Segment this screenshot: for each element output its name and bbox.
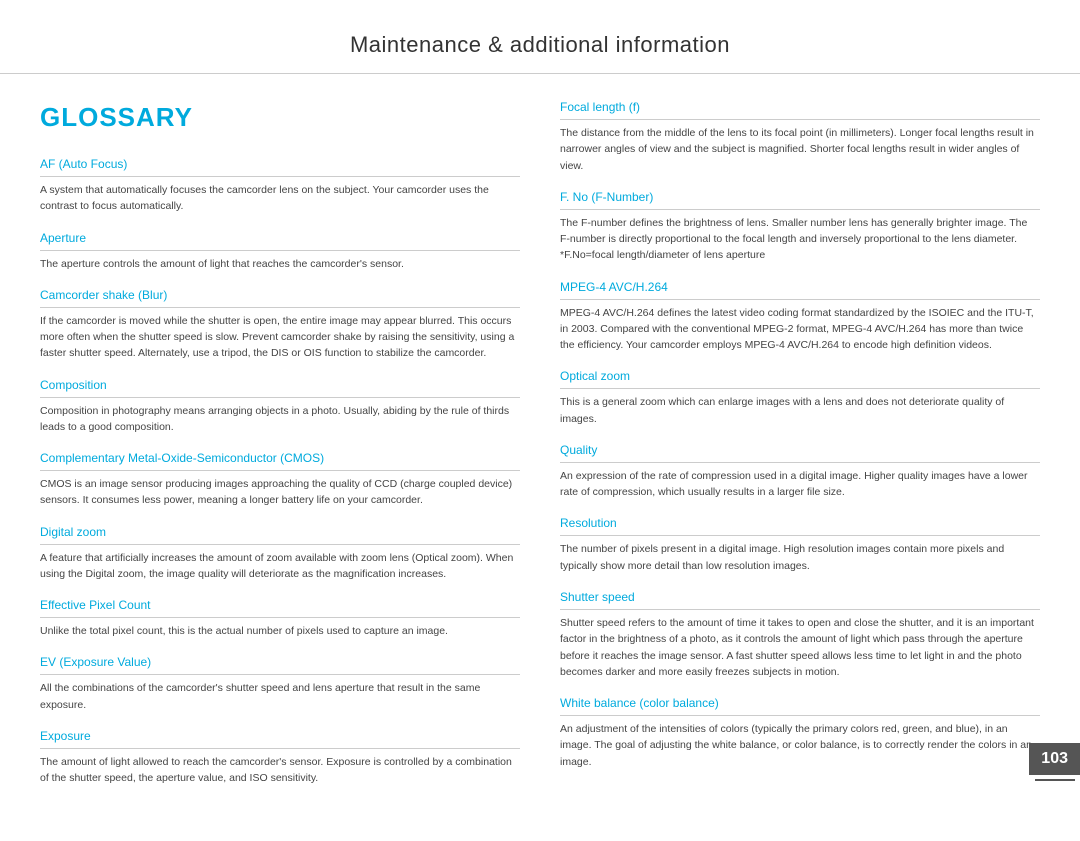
term-body: The number of pixels present in a digita… — [560, 541, 1040, 574]
term-body: Composition in photography means arrangi… — [40, 403, 520, 436]
term-heading: Composition — [40, 376, 520, 398]
term-body: Shutter speed refers to the amount of ti… — [560, 615, 1040, 680]
page: Maintenance & additional information GLO… — [0, 0, 1080, 841]
term-heading: MPEG-4 AVC/H.264 — [560, 278, 1040, 300]
left-term-0: AF (Auto Focus) A system that automatical… — [40, 155, 520, 215]
term-heading: Aperture — [40, 229, 520, 251]
term-body: The F-number defines the brightness of l… — [560, 215, 1040, 264]
term-body: The aperture controls the amount of ligh… — [40, 256, 520, 272]
page-number-line — [1035, 779, 1075, 781]
left-term-6: Effective Pixel Count Unlike the total pi… — [40, 596, 520, 639]
left-column: GLOSSARY AF (Auto Focus) A system that au… — [40, 98, 520, 801]
page-title: Maintenance & additional information — [60, 28, 1020, 61]
term-heading: Effective Pixel Count — [40, 596, 520, 618]
term-body: A system that automatically focuses the … — [40, 182, 520, 215]
term-body: The distance from the middle of the lens… — [560, 125, 1040, 174]
term-body: An expression of the rate of compression… — [560, 468, 1040, 501]
page-number: 103 — [1029, 743, 1080, 775]
left-term-5: Digital zoom A feature that artificially … — [40, 523, 520, 583]
term-heading: Quality — [560, 441, 1040, 463]
right-term-7: White balance (color balance) An adjustme… — [560, 694, 1040, 770]
right-column: Focal length (f) The distance from the mi… — [560, 98, 1040, 801]
page-number-area: 103 — [1029, 743, 1080, 781]
term-heading: AF (Auto Focus) — [40, 155, 520, 177]
term-heading: White balance (color balance) — [560, 694, 1040, 716]
term-heading: Complementary Metal-Oxide-Semiconductor … — [40, 449, 520, 471]
term-heading: Shutter speed — [560, 588, 1040, 610]
right-term-5: Resolution The number of pixels present i… — [560, 514, 1040, 574]
term-heading: Focal length (f) — [560, 98, 1040, 120]
term-body: A feature that artificially increases th… — [40, 550, 520, 583]
right-term-1: F. No (F-Number) The F-number defines the… — [560, 188, 1040, 264]
term-heading: Resolution — [560, 514, 1040, 536]
left-terms-container: AF (Auto Focus) A system that automatical… — [40, 155, 520, 787]
right-term-4: Quality An expression of the rate of comp… — [560, 441, 1040, 501]
left-term-7: EV (Exposure Value) All the combinations … — [40, 653, 520, 713]
term-body: All the combinations of the camcorder's … — [40, 680, 520, 713]
term-heading: Optical zoom — [560, 367, 1040, 389]
right-terms-container: Focal length (f) The distance from the mi… — [560, 98, 1040, 770]
term-body: The amount of light allowed to reach the… — [40, 754, 520, 787]
right-term-0: Focal length (f) The distance from the mi… — [560, 98, 1040, 174]
term-heading: EV (Exposure Value) — [40, 653, 520, 675]
term-heading: Camcorder shake (Blur) — [40, 286, 520, 308]
term-body: CMOS is an image sensor producing images… — [40, 476, 520, 509]
term-heading: Digital zoom — [40, 523, 520, 545]
left-term-8: Exposure The amount of light allowed to r… — [40, 727, 520, 787]
right-term-2: MPEG-4 AVC/H.264 MPEG-4 AVC/H.264 defines… — [560, 278, 1040, 354]
page-header: Maintenance & additional information — [0, 0, 1080, 74]
term-body: MPEG-4 AVC/H.264 defines the latest vide… — [560, 305, 1040, 354]
term-heading: F. No (F-Number) — [560, 188, 1040, 210]
right-term-6: Shutter speed Shutter speed refers to the… — [560, 588, 1040, 680]
left-term-3: Composition Composition in photography me… — [40, 376, 520, 436]
term-body: An adjustment of the intensities of colo… — [560, 721, 1040, 770]
term-heading: Exposure — [40, 727, 520, 749]
left-term-2: Camcorder shake (Blur) If the camcorder i… — [40, 286, 520, 362]
content-area: GLOSSARY AF (Auto Focus) A system that au… — [0, 98, 1080, 841]
term-body: This is a general zoom which can enlarge… — [560, 394, 1040, 427]
term-body: If the camcorder is moved while the shut… — [40, 313, 520, 362]
glossary-title: GLOSSARY — [40, 98, 520, 137]
left-term-4: Complementary Metal-Oxide-Semiconductor … — [40, 449, 520, 509]
right-term-3: Optical zoom This is a general zoom which… — [560, 367, 1040, 427]
term-body: Unlike the total pixel count, this is th… — [40, 623, 520, 639]
left-term-1: Aperture The aperture controls the amount… — [40, 229, 520, 272]
